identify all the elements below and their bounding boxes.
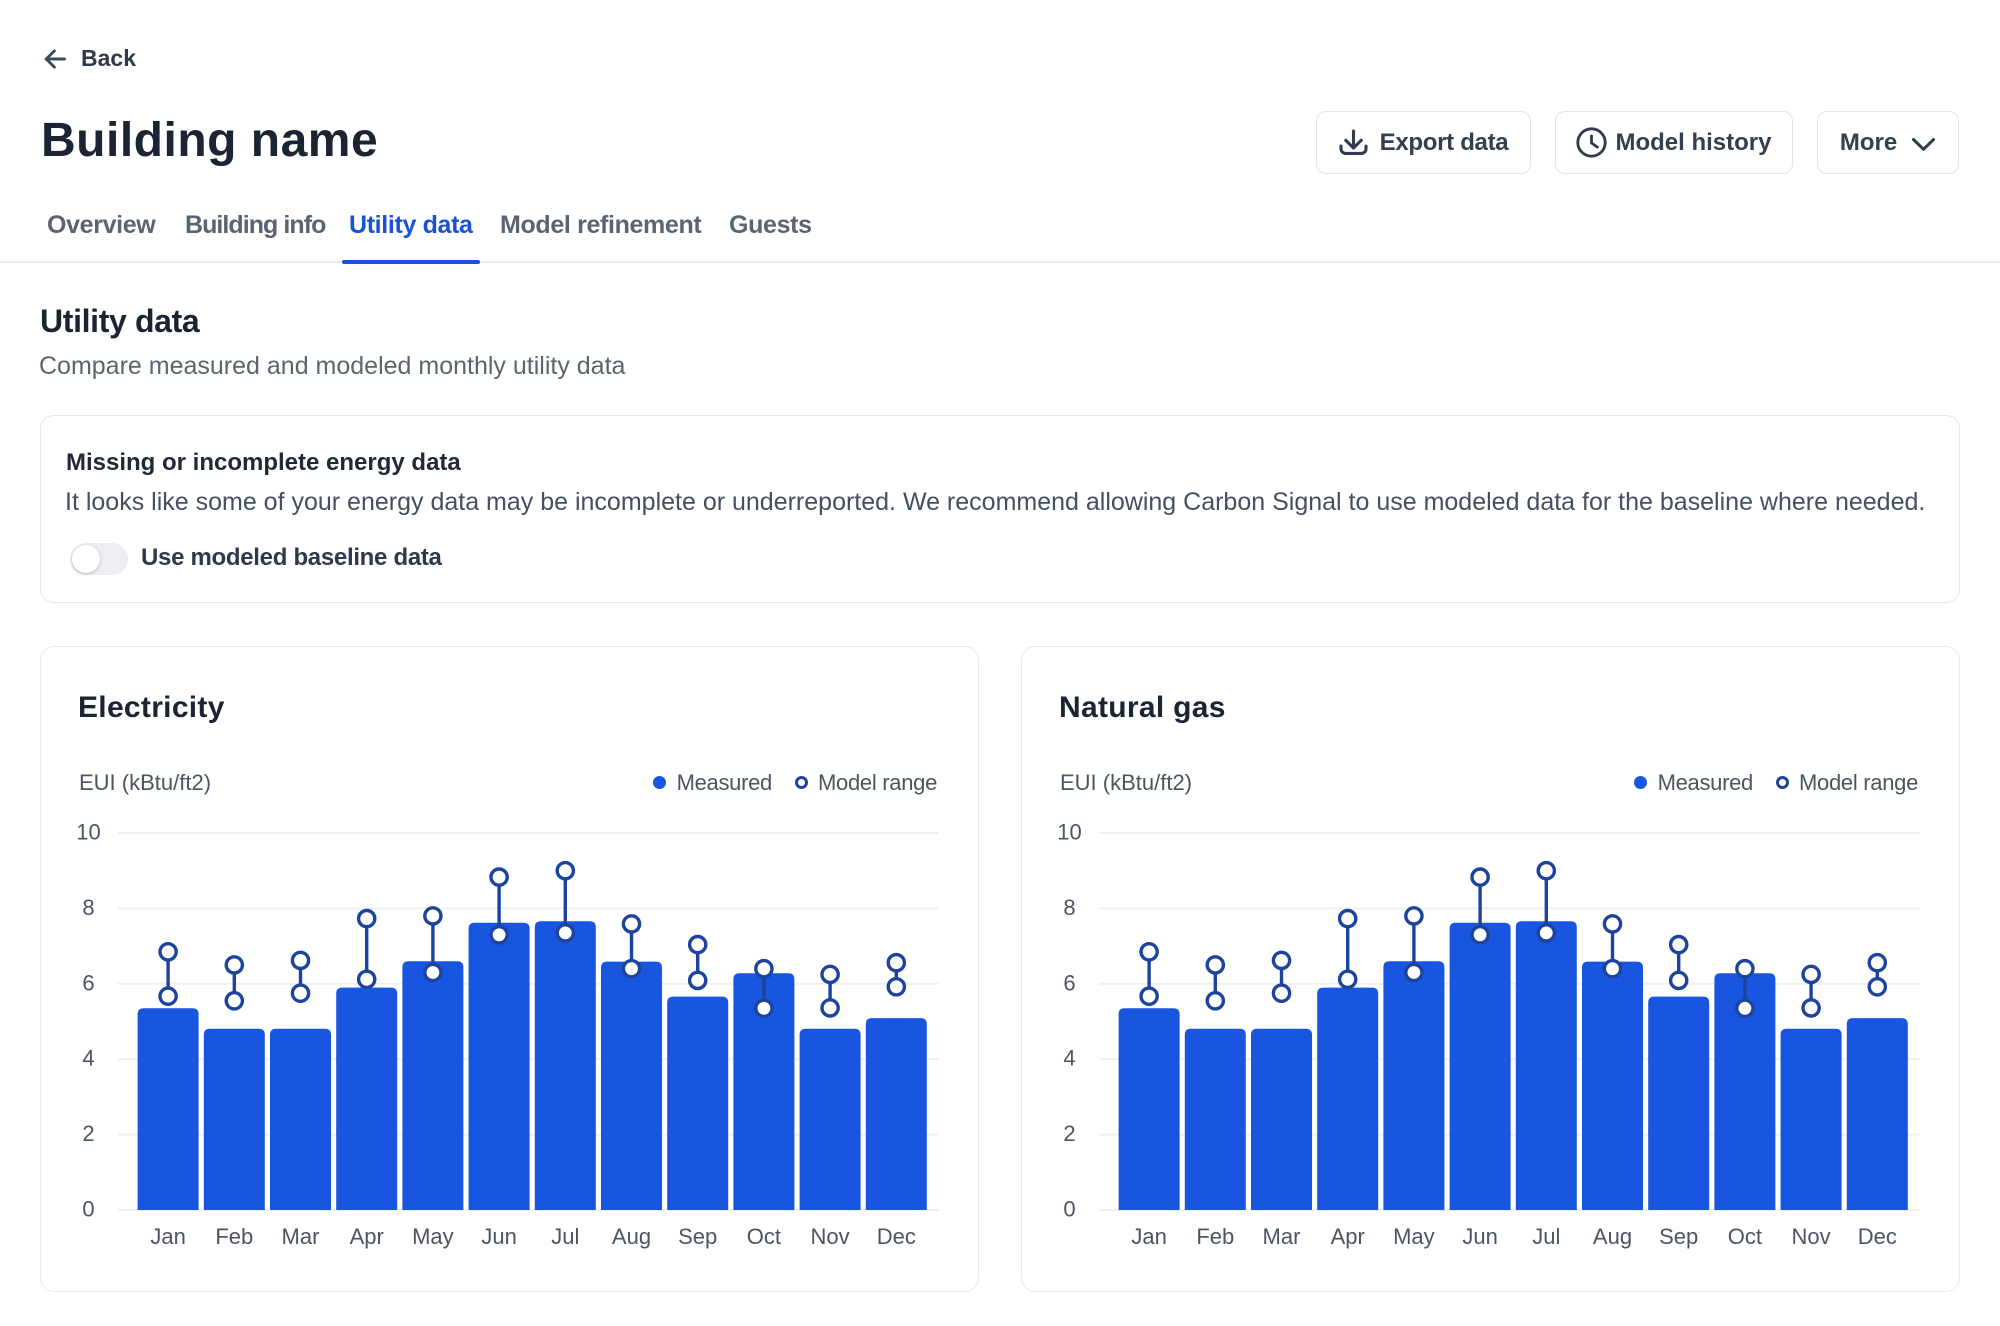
svg-text:Sep: Sep — [678, 1224, 717, 1249]
svg-text:May: May — [412, 1224, 454, 1249]
svg-text:Oct: Oct — [1728, 1224, 1762, 1249]
svg-text:0: 0 — [82, 1197, 94, 1222]
svg-text:Jul: Jul — [1532, 1224, 1560, 1249]
svg-text:10: 10 — [1057, 820, 1081, 845]
svg-text:4: 4 — [82, 1046, 94, 1071]
svg-text:10: 10 — [76, 820, 100, 845]
svg-text:Jun: Jun — [481, 1224, 516, 1249]
svg-text:Aug: Aug — [1593, 1224, 1632, 1249]
svg-text:Feb: Feb — [1196, 1224, 1234, 1249]
svg-text:Sep: Sep — [1659, 1224, 1698, 1249]
svg-text:Aug: Aug — [612, 1224, 651, 1249]
svg-text:Feb: Feb — [215, 1224, 253, 1249]
svg-text:8: 8 — [82, 895, 94, 920]
svg-text:Jun: Jun — [1462, 1224, 1497, 1249]
svg-text:May: May — [1393, 1224, 1435, 1249]
svg-text:8: 8 — [1063, 895, 1075, 920]
svg-text:Jul: Jul — [551, 1224, 579, 1249]
svg-text:Jan: Jan — [1131, 1224, 1166, 1249]
svg-text:2: 2 — [1063, 1121, 1075, 1146]
svg-text:Mar: Mar — [1263, 1224, 1301, 1249]
svg-text:4: 4 — [1063, 1046, 1075, 1071]
svg-text:0: 0 — [1063, 1197, 1075, 1222]
svg-text:Oct: Oct — [747, 1224, 781, 1249]
svg-text:6: 6 — [1063, 970, 1075, 995]
svg-text:2: 2 — [82, 1121, 94, 1146]
svg-text:Dec: Dec — [1858, 1224, 1897, 1249]
svg-text:Apr: Apr — [1331, 1224, 1365, 1249]
svg-text:Mar: Mar — [282, 1224, 320, 1249]
svg-text:6: 6 — [82, 970, 94, 995]
svg-text:Apr: Apr — [350, 1224, 384, 1249]
svg-text:Dec: Dec — [877, 1224, 916, 1249]
svg-text:Nov: Nov — [1792, 1224, 1831, 1249]
svg-text:Jan: Jan — [150, 1224, 185, 1249]
svg-text:Nov: Nov — [811, 1224, 850, 1249]
